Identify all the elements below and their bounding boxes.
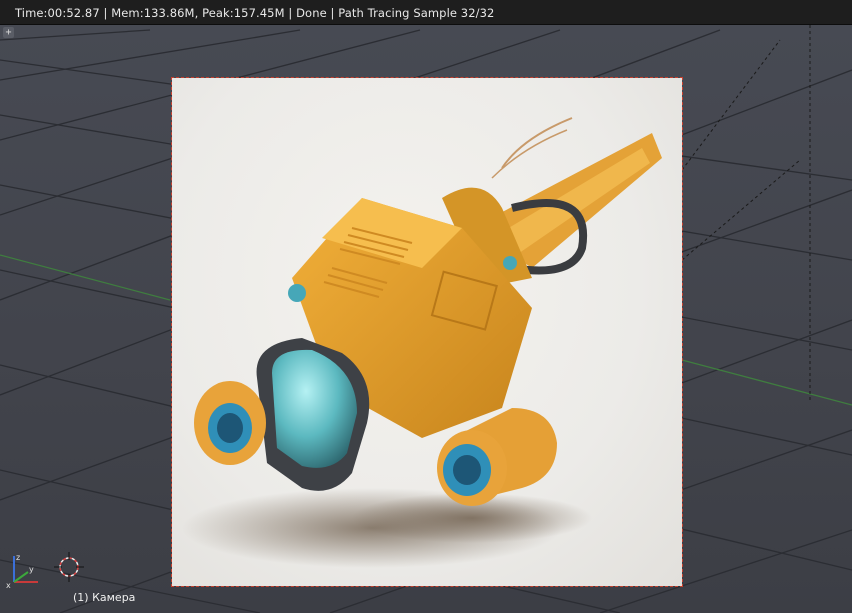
3d-cursor-icon[interactable] [54, 552, 84, 582]
svg-text:x: x [6, 581, 11, 588]
render-status-text: Time:00:52.87 | Mem:133.86M, Peak:157.45… [15, 6, 495, 20]
xyz-axis-icon: z x y [6, 553, 38, 588]
3d-viewport[interactable]: + z x y (1) Камера [0, 25, 852, 613]
info-header: Time:00:52.87 | Mem:133.86M, Peak:157.45… [0, 0, 852, 25]
rendered-ship-image [182, 117, 662, 568]
toolshelf-expand-button[interactable]: + [3, 27, 14, 38]
render-border-region [171, 77, 683, 587]
svg-text:z: z [16, 553, 20, 562]
active-object-label: (1) Камера [73, 591, 136, 604]
svg-text:y: y [29, 565, 34, 574]
